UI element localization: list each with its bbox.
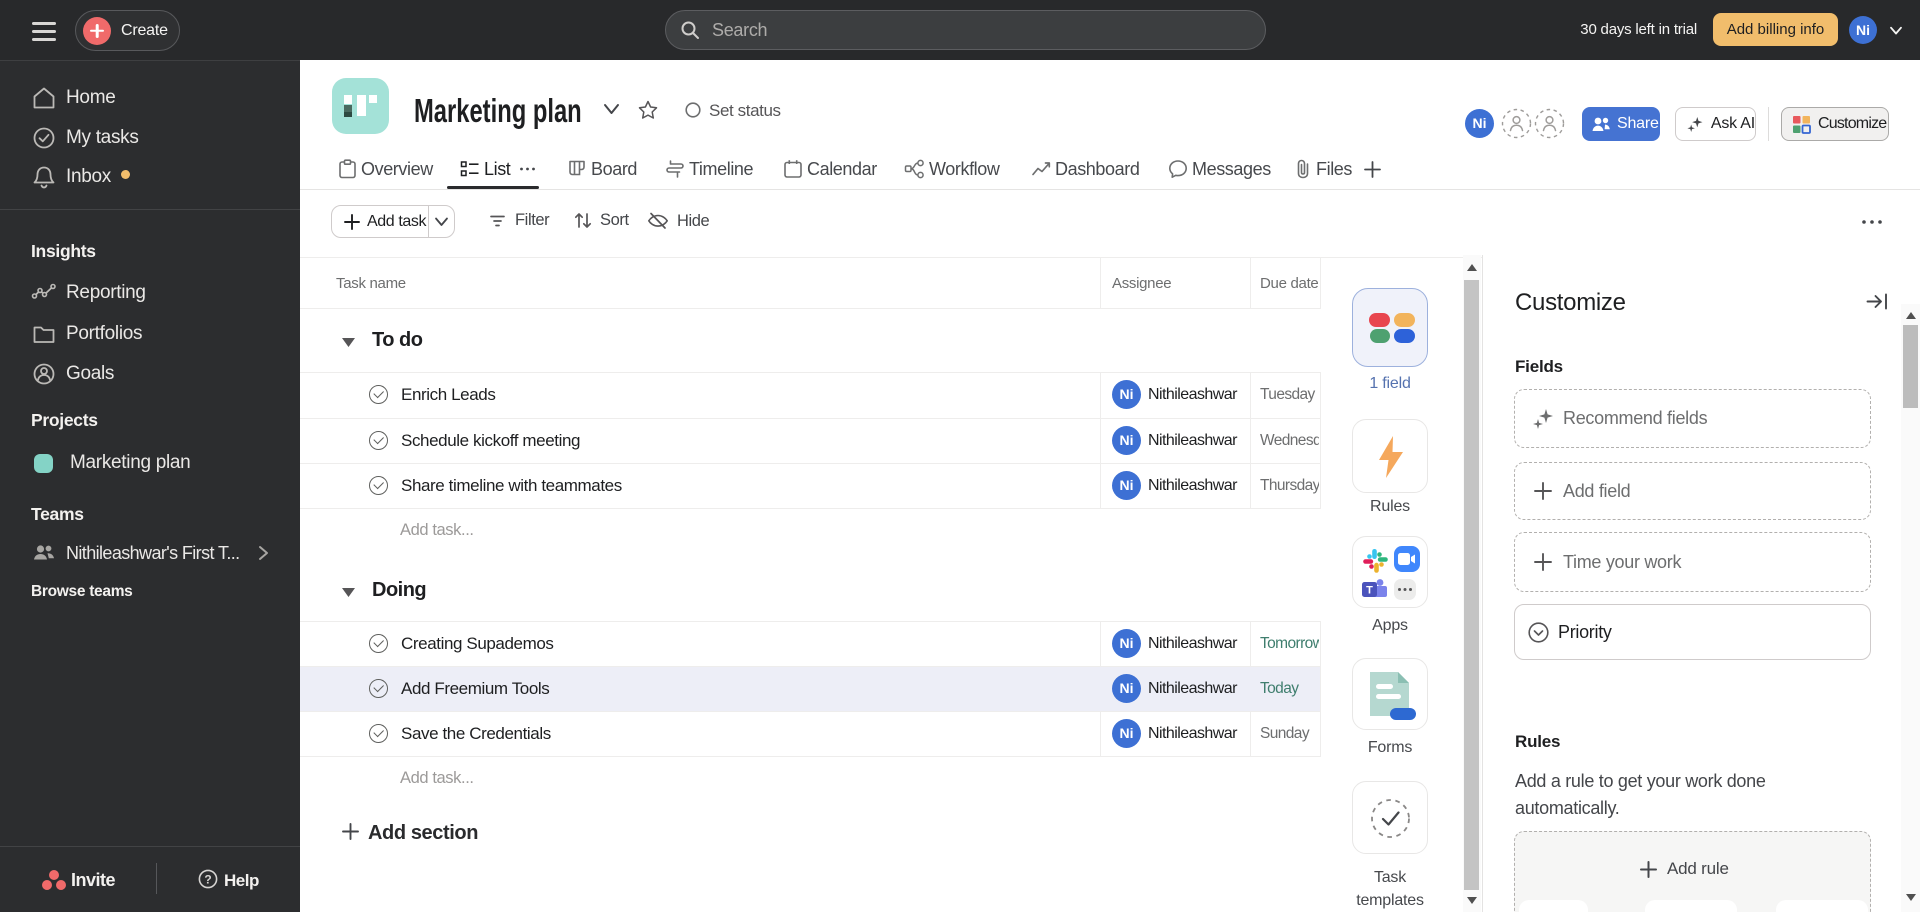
svg-text:T: T <box>1366 585 1373 597</box>
svg-text:?: ? <box>204 873 211 887</box>
